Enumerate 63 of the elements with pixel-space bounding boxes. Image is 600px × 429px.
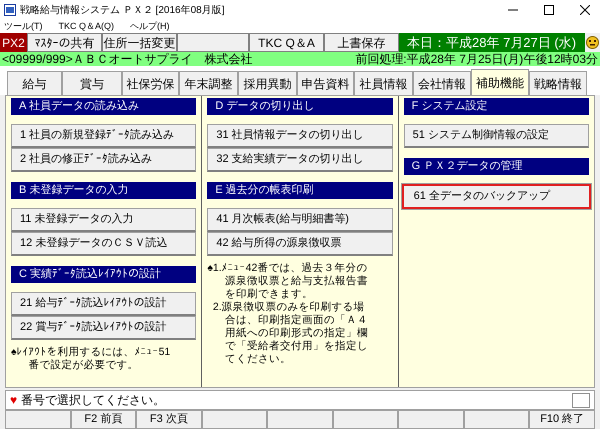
function-key[interactable] [202,410,268,428]
heart-icon: ♥ [10,391,18,409]
last-processed-time: 前回処理:平成28年 7月25日(月)午後12時03分 [355,51,598,68]
menu-item[interactable]: ツール(T) [4,20,42,34]
tab[interactable]: 戦略情報 [529,71,587,95]
menu-button[interactable]: 1 社員の新規登録ﾃﾞｰﾀ読み込み [11,124,196,148]
menu-button[interactable]: 11 未登録データの入力 [11,208,196,232]
function-key[interactable] [398,410,464,428]
tab[interactable]: 賞与 [62,71,122,95]
menu-item[interactable]: ヘルプ(H) [130,20,170,34]
spade-icon: ♠ [11,346,17,372]
menu-button[interactable]: 31 社員情報データの切り出し [207,124,393,148]
tab[interactable]: 社員情報 [354,71,413,95]
menu-button[interactable]: 61 全データのバックアップ [402,184,591,209]
toolbar-button[interactable]: 住所一括変更 [102,33,177,52]
brand-label: PX2 [0,33,27,52]
menu-button[interactable]: 41 月次帳表(給与明細書等) [207,208,393,232]
menu-button[interactable]: 51 システム制御情報の設定 [404,124,589,148]
menu-item[interactable]: TKC Q＆A(Q) [58,20,114,34]
function-key[interactable] [332,410,398,428]
mascot-icon[interactable] [586,36,599,49]
input-field[interactable] [572,392,590,408]
function-key[interactable]: F3 次頁 [136,410,202,428]
function-key[interactable]: F2 前頁 [70,410,136,428]
tab[interactable]: 採用異動 [238,71,297,95]
note-text: 2.源泉徴収票のみを印刷する場合は、印刷指定画面の「Ａ４用紙への印刷形式の指定」欄で「受給者交付用」を指定してください。 [212,301,369,366]
tab[interactable]: 補助機能 [471,69,529,95]
close-icon[interactable] [580,5,590,15]
today-date: 本日：平成28年 7月27日 (水) [399,33,585,52]
function-key[interactable] [5,410,71,428]
tab[interactable]: 会社情報 [413,71,471,95]
toolbar-button[interactable] [177,33,249,52]
tab[interactable]: 申告資料 [297,71,354,95]
menu-button[interactable]: 42 給与所得の源泉徴収票 [207,232,393,256]
menu-button[interactable]: 21 給与ﾃﾞｰﾀ読込ﾚｲｱｳﾄの設計 [11,292,196,316]
tab[interactable]: 給与 [7,71,62,95]
note-text: 1.ﾒﾆｭｰ42番では、過去３年分の源泉徴収票と給与支払報告書を印刷できます。 [212,262,369,301]
toolbar-button[interactable]: 上書保存 [324,33,399,52]
section-header: E 過去分の帳表印刷 [207,182,393,199]
app-icon [4,4,16,16]
maximize-icon[interactable] [544,5,554,15]
section-header: G ＰＸ２データの管理 [404,158,589,175]
menu-button[interactable]: 22 賞与ﾃﾞｰﾀ読込ﾚｲｱｳﾄの設計 [11,316,196,340]
company-name: <09999/999>ＡＢＣオートサプライ 株式会社 [2,51,253,68]
section-header: F システム設定 [404,98,589,115]
function-key[interactable] [464,410,530,428]
tab[interactable]: 年末調整 [179,71,238,95]
note-text: ﾚｲｱｳﾄを利用するには、ﾒﾆｭｰ51番で設定が必要です。 [16,346,172,372]
tab[interactable]: 社保労保 [122,71,179,95]
section-header: B 未登録データの入力 [11,182,196,199]
section-header: C 実績ﾃﾞｰﾀ読込ﾚｲｱｳﾄの設計 [11,266,196,283]
menu-button[interactable]: 2 社員の修正ﾃﾞｰﾀ読み込み [11,148,196,172]
status-message: 番号で選択してください。 [21,392,166,409]
function-key[interactable]: F10 終了 [529,410,595,428]
toolbar-button[interactable]: TKC Q＆A [249,33,324,52]
toolbar-button[interactable]: ﾏｽﾀｰの共有 [27,33,102,52]
menu-button[interactable]: 12 未登録データのＣＳＶ読込 [11,232,196,256]
function-key[interactable] [267,410,333,428]
section-header: D データの切り出し [207,98,393,115]
window-title: 戦略給与情報システム ＰＸ２ [2016年08月版] [20,4,226,18]
section-header: A 社員データの読み込み [11,98,196,115]
menu-button[interactable]: 32 支給実績データの切り出し [207,148,393,172]
spade-icon: ♠ [207,262,213,366]
